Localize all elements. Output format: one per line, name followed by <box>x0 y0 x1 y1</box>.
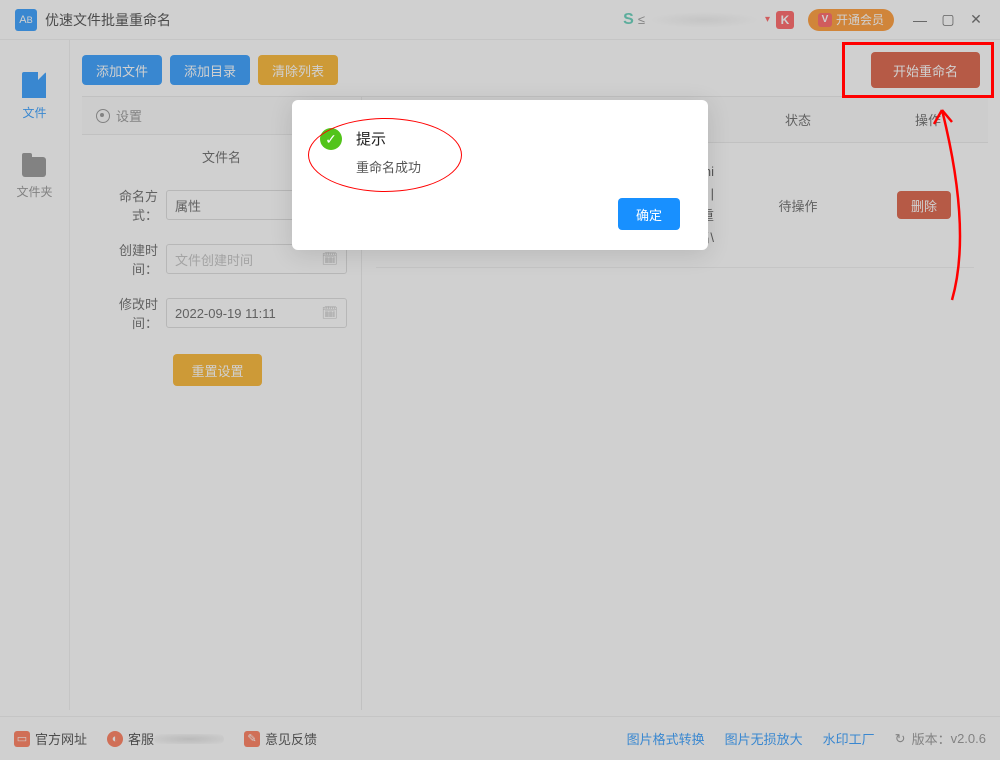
modal-message: 重命名成功 <box>356 157 421 176</box>
check-circle-icon: ✓ <box>320 128 342 150</box>
modal-title: 提示 <box>356 128 421 149</box>
modal-dialog: ✓ 提示 重命名成功 确定 <box>292 100 708 250</box>
modal-ok-button[interactable]: 确定 <box>618 198 680 230</box>
modal-overlay: ✓ 提示 重命名成功 确定 <box>0 0 1000 760</box>
